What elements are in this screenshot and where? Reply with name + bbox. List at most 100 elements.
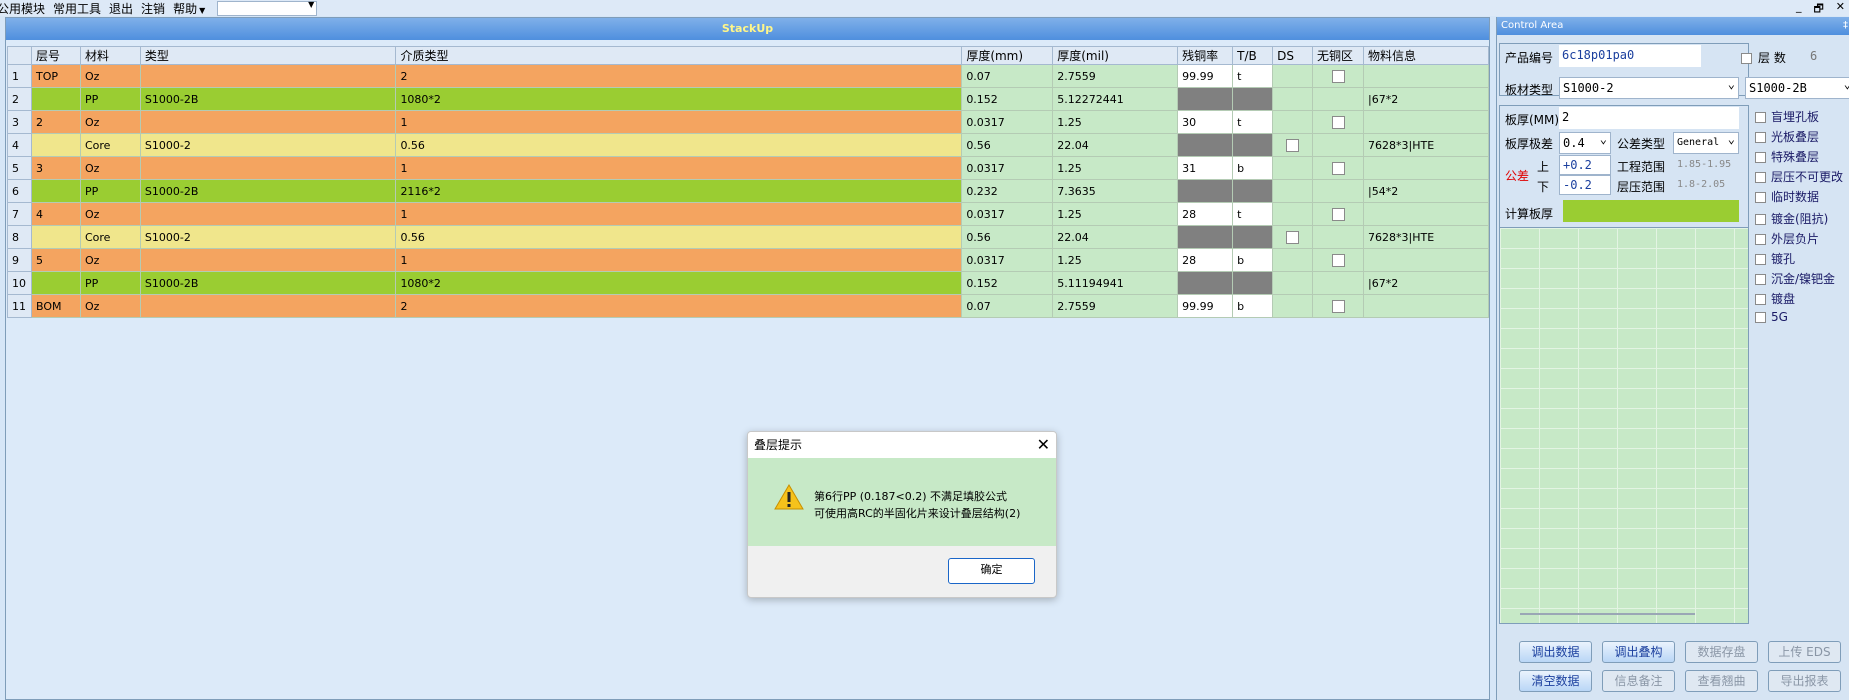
col-header-material-info[interactable]: 物料信息 — [1363, 46, 1489, 65]
cell-ds[interactable] — [1272, 87, 1314, 111]
cell-material-info[interactable]: 7628*3|HTE — [1363, 225, 1489, 249]
cell-thickness-mm[interactable]: 0.152 — [961, 87, 1054, 111]
cell-tb[interactable] — [1232, 225, 1274, 249]
row-number[interactable]: 8 — [7, 225, 32, 249]
cell-thickness-mil[interactable]: 1.25 — [1052, 248, 1179, 272]
no-copper-checkbox[interactable] — [1331, 115, 1345, 129]
cell-tb[interactable]: b — [1232, 248, 1274, 272]
cell-no-copper[interactable] — [1312, 110, 1365, 134]
cell-tb[interactable]: t — [1232, 110, 1274, 134]
cell-material[interactable]: Oz — [79, 294, 141, 318]
cell-material[interactable]: Core — [79, 133, 141, 157]
cell-dielectric[interactable]: 0.56 — [395, 133, 963, 157]
tol-grade-select[interactable]: 0.4 — [1559, 132, 1611, 154]
col-header-tb[interactable]: T/B — [1232, 46, 1274, 65]
product-number-field[interactable]: 6c18p01pa0 — [1559, 45, 1701, 67]
cell-copper-ratio[interactable] — [1177, 133, 1234, 157]
cell-dielectric[interactable]: 0.56 — [395, 225, 963, 249]
table-row[interactable]: 1 TOP Oz 2 0.07 2.7559 99.99 t — [7, 64, 1489, 88]
cell-thickness-mil[interactable]: 5.11194941 — [1052, 271, 1179, 295]
cell-no-copper[interactable] — [1312, 248, 1365, 272]
cell-dielectric[interactable]: 1 — [395, 202, 963, 226]
action-button[interactable]: 清空数据 — [1519, 670, 1592, 692]
row-number[interactable]: 6 — [7, 179, 32, 203]
cell-layer[interactable]: 2 — [30, 110, 81, 134]
menu-help[interactable]: 帮助 ▼ — [173, 0, 213, 17]
no-copper-checkbox[interactable] — [1331, 161, 1345, 175]
cell-material-info[interactable] — [1363, 202, 1489, 226]
cell-dielectric[interactable]: 1080*2 — [395, 87, 963, 111]
no-copper-checkbox[interactable] — [1331, 207, 1345, 221]
cell-material[interactable]: PP — [79, 87, 141, 111]
col-header-thickness-mil[interactable]: 厚度(mil) — [1052, 46, 1179, 65]
cell-type[interactable]: S1000-2B — [139, 87, 397, 111]
ds-checkbox[interactable] — [1286, 138, 1300, 152]
cell-thickness-mil[interactable]: 1.25 — [1052, 110, 1179, 134]
cell-layer[interactable] — [30, 271, 81, 295]
row-number[interactable]: 10 — [7, 271, 32, 295]
thickness-field[interactable]: 2 — [1559, 107, 1739, 129]
col-header-thickness-mm[interactable]: 厚度(mm) — [961, 46, 1054, 65]
cell-ds[interactable] — [1272, 64, 1314, 88]
cell-copper-ratio[interactable] — [1177, 87, 1234, 111]
cell-thickness-mil[interactable]: 22.04 — [1052, 133, 1179, 157]
cell-type[interactable]: S1000-2 — [139, 225, 397, 249]
cell-thickness-mm[interactable]: 0.0317 — [961, 202, 1054, 226]
cell-thickness-mm[interactable]: 0.232 — [961, 179, 1054, 203]
cell-dielectric[interactable]: 1 — [395, 110, 963, 134]
cell-material[interactable]: Oz — [79, 110, 141, 134]
option-checkbox[interactable]: 层压不可更改 — [1755, 168, 1843, 185]
option-checkbox[interactable]: 外层负片 — [1755, 230, 1819, 247]
cell-no-copper[interactable] — [1312, 156, 1365, 180]
row-number[interactable]: 5 — [7, 156, 32, 180]
row-number[interactable]: 7 — [7, 202, 32, 226]
col-header-no-copper[interactable]: 无铜区 — [1312, 46, 1365, 65]
row-number[interactable]: 1 — [7, 64, 32, 88]
col-header-layer[interactable]: 层号 — [30, 46, 81, 65]
cell-copper-ratio[interactable] — [1177, 179, 1234, 203]
table-row[interactable]: 2 PP S1000-2B 1080*2 0.152 5.12272441 |67*2 — [7, 87, 1489, 111]
cell-material-info[interactable]: |67*2 — [1363, 87, 1489, 111]
cell-no-copper[interactable] — [1312, 225, 1365, 249]
cell-material[interactable]: Core — [79, 225, 141, 249]
cell-material-info[interactable] — [1363, 110, 1489, 134]
table-row[interactable]: 10 PP S1000-2B 1080*2 0.152 5.11194941 |67*2 — [7, 271, 1489, 295]
cell-tb[interactable] — [1232, 133, 1274, 157]
cell-thickness-mil[interactable]: 22.04 — [1052, 225, 1179, 249]
cell-no-copper[interactable] — [1312, 87, 1365, 111]
cell-type[interactable]: S1000-2B — [139, 271, 397, 295]
cell-tb[interactable] — [1232, 271, 1274, 295]
cell-type[interactable]: S1000-2 — [139, 133, 397, 157]
cell-copper-ratio[interactable]: 28 — [1177, 202, 1234, 226]
cell-dielectric[interactable]: 1 — [395, 156, 963, 180]
cell-type[interactable] — [139, 248, 397, 272]
cell-ds[interactable] — [1272, 225, 1314, 249]
option-checkbox[interactable]: 5G — [1755, 310, 1788, 324]
upper-tolerance-field[interactable]: +0.2 — [1559, 155, 1611, 175]
cell-copper-ratio[interactable] — [1177, 225, 1234, 249]
col-header-ds[interactable]: DS — [1272, 46, 1314, 65]
action-button[interactable]: 调出数据 — [1519, 641, 1592, 663]
no-copper-checkbox[interactable] — [1331, 299, 1345, 313]
cell-type[interactable] — [139, 64, 397, 88]
cell-material-info[interactable]: |54*2 — [1363, 179, 1489, 203]
cell-dielectric[interactable]: 2 — [395, 294, 963, 318]
option-checkbox[interactable]: 镀盘 — [1755, 290, 1795, 307]
lower-tolerance-field[interactable]: -0.2 — [1559, 175, 1611, 195]
col-header-material[interactable]: 材料 — [79, 46, 141, 65]
cell-ds[interactable] — [1272, 202, 1314, 226]
cell-dielectric[interactable]: 2 — [395, 64, 963, 88]
cell-type[interactable] — [139, 202, 397, 226]
cell-ds[interactable] — [1272, 156, 1314, 180]
cell-thickness-mil[interactable]: 2.7559 — [1052, 64, 1179, 88]
cell-layer[interactable] — [30, 225, 81, 249]
table-row[interactable]: 5 3 Oz 1 0.0317 1.25 31 b — [7, 156, 1489, 180]
table-row[interactable]: 8 Core S1000-2 0.56 0.56 22.04 7628*3|HTE — [7, 225, 1489, 249]
cell-copper-ratio[interactable]: 30 — [1177, 110, 1234, 134]
cell-material-info[interactable]: |67*2 — [1363, 271, 1489, 295]
tol-type-select[interactable]: General — [1673, 132, 1739, 154]
board-type-secondary-select[interactable]: S1000-2B — [1745, 77, 1849, 99]
col-header-dielectric[interactable]: 介质类型 — [395, 46, 963, 65]
cell-dielectric[interactable]: 1080*2 — [395, 271, 963, 295]
menu-public-modules[interactable]: 公用模块 — [0, 0, 53, 17]
